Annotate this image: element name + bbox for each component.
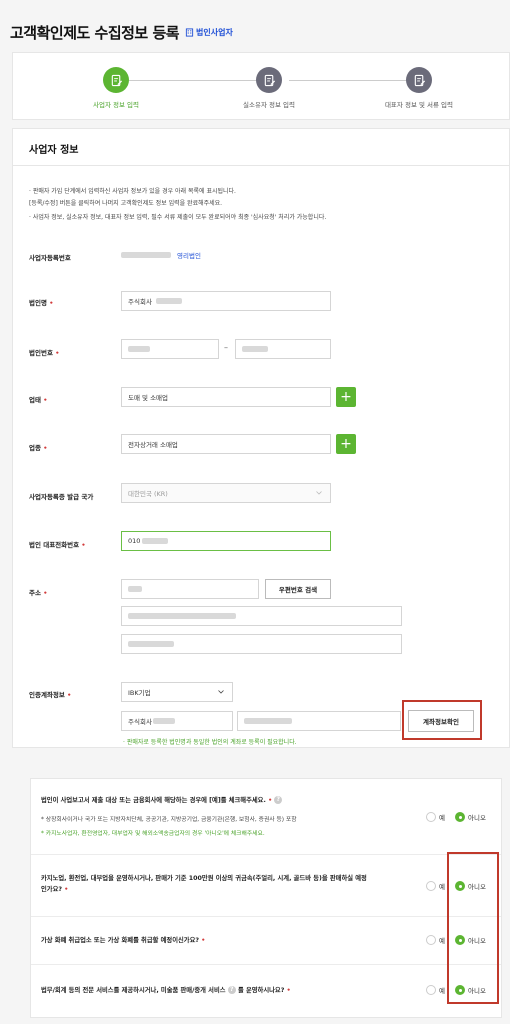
progress-steps: 사업자 정보 입력 실소유자 정보 입력 대표자 정보 및 서류 입력 xyxy=(12,52,510,120)
label-phone: 법인 대표전화번호 • xyxy=(29,541,86,549)
business-type-input[interactable]: 도매 및 소매업 xyxy=(121,387,331,407)
chevron-down-icon xyxy=(316,491,322,495)
business-info-card: 사업자 정보 · 판매자 가입 단계에서 입력하신 사업자 정보가 있을 경우 … xyxy=(12,128,510,748)
masked-value xyxy=(121,252,171,258)
label-address: 주소 • xyxy=(29,589,48,597)
step-circle xyxy=(103,67,129,93)
account-hint: · 판매자로 등록한 법인명과 동일한 법인의 계좌로 등록이 필요합니다. xyxy=(123,739,297,746)
question-text: 카지노업, 환전업, 대부업을 운영하시거나, 판매가 기준 100만원 이상의… xyxy=(41,875,367,893)
add-business-type-button[interactable]: + xyxy=(336,387,356,407)
step-label: 대표자 정보 및 서류 입력 xyxy=(384,101,454,109)
highlight-box xyxy=(447,852,499,1004)
question-row: 카지노업, 환전업, 대부업을 운영하시거나, 판매가 기준 100만원 이상의… xyxy=(31,855,501,917)
radio-yes[interactable]: 예 xyxy=(426,881,445,891)
corp-no-second-input[interactable] xyxy=(235,339,331,359)
bizno-value: 영리법인 xyxy=(121,250,201,260)
address-line2-input[interactable] xyxy=(121,634,402,654)
question-text: 법무/회계 등의 전문 서비스를 제공하시거나, 미술품 판매/중개 서비스 ?… xyxy=(41,986,291,994)
corp-type-link[interactable]: 영리법인 xyxy=(177,250,201,260)
question-note: * 상장회사이거나 국가 또는 지방자치단체, 공공기관, 지방공기업, 금융기… xyxy=(41,817,297,823)
corp-badge-label: 법인사업자 xyxy=(196,28,233,37)
address-line1-input[interactable] xyxy=(121,606,402,626)
radio-circle-selected xyxy=(455,812,465,822)
corp-no-first-input[interactable] xyxy=(121,339,219,359)
label-corp-name: 법인명 • xyxy=(29,299,54,307)
radio-yes[interactable]: 예 xyxy=(426,812,445,822)
label-business-item: 업종 • xyxy=(29,444,48,452)
radio-circle xyxy=(426,881,436,891)
radio-no[interactable]: 아니오 xyxy=(455,812,486,822)
label-bizno: 사업자등록번호 xyxy=(29,254,71,262)
step-label: 사업자 정보 입력 xyxy=(93,101,139,109)
title-row: 고객확인제도 수집정보 등록 법인사업자 xyxy=(10,22,233,43)
step-owner-info: 실소유자 정보 입력 xyxy=(209,67,329,109)
add-business-item-button[interactable]: + xyxy=(336,434,356,454)
document-edit-icon xyxy=(111,74,122,86)
section-divider xyxy=(13,165,509,166)
dash-separator: – xyxy=(224,343,228,352)
question-row: 법무/회계 등의 전문 서비스를 제공하시거나, 미술품 판매/중개 서비스 ?… xyxy=(31,965,501,1019)
radio-yes[interactable]: 예 xyxy=(426,985,445,995)
radio-circle xyxy=(426,812,436,822)
account-number-input[interactable] xyxy=(237,711,401,731)
label-business-type: 업태 • xyxy=(29,396,48,404)
question-text: 가상 화폐 취급업소 또는 가상 화폐를 취급할 예정이신가요? • xyxy=(41,937,206,944)
label-country: 사업자등록증 발급 국가 xyxy=(29,493,94,501)
building-icon xyxy=(185,28,194,37)
account-holder-input[interactable]: 주식회사 xyxy=(121,711,233,731)
business-item-input[interactable]: 전자상거래 소매업 xyxy=(121,434,331,454)
radio-circle xyxy=(426,935,436,945)
chevron-down-icon xyxy=(218,690,224,694)
question-row: 가상 화폐 취급업소 또는 가상 화폐를 취급할 예정이신가요? • 예 아니오 xyxy=(31,917,501,965)
country-select[interactable]: 대한민국 (KR) xyxy=(121,483,331,503)
step-label: 실소유자 정보 입력 xyxy=(243,101,295,109)
corp-badge: 법인사업자 xyxy=(185,27,233,38)
questions-card: 법인이 사업보고서 제출 대상 또는 금융회사에 해당하는 경우에 [예]를 체… xyxy=(30,778,502,1018)
corp-name-input[interactable]: 주식회사 xyxy=(121,291,331,311)
notice-line: · 사업자 정보, 실소유자 정보, 대표자 정보 입력, 필수 서류 제출이 … xyxy=(29,214,327,221)
help-icon[interactable]: ? xyxy=(274,796,283,804)
notice-line: · 판매자 가입 단계에서 입력하신 사업자 정보가 있을 경우 아래 목록에 … xyxy=(29,188,236,195)
step-circle xyxy=(406,67,432,93)
step-business-info: 사업자 정보 입력 xyxy=(56,67,176,109)
phone-input[interactable]: 010 xyxy=(121,531,331,551)
label-account: 인증계좌정보 • xyxy=(29,691,72,699)
question-row: 법인이 사업보고서 제출 대상 또는 금융회사에 해당하는 경우에 [예]를 체… xyxy=(31,779,501,855)
radio-circle xyxy=(426,985,436,995)
step-circle xyxy=(256,67,282,93)
help-icon[interactable]: ? xyxy=(227,986,236,994)
document-edit-icon xyxy=(414,74,425,86)
page-title: 고객확인제도 수집정보 등록 xyxy=(10,24,180,42)
document-edit-icon xyxy=(264,74,275,86)
question-note-green: * 카지노사업자, 환전영업자, 대부업자 및 해외소액송금업자의 경우 '아니… xyxy=(41,831,265,837)
zip-input[interactable] xyxy=(121,579,259,599)
section-title: 사업자 정보 xyxy=(29,145,79,156)
step-representative-info: 대표자 정보 및 서류 입력 xyxy=(359,67,479,109)
bank-select[interactable]: IBK기업 xyxy=(121,682,233,702)
label-corp-no: 법인번호 • xyxy=(29,349,60,357)
zip-search-button[interactable]: 우편번호 검색 xyxy=(265,579,331,599)
page: 고객확인제도 수집정보 등록 법인사업자 사업자 정보 입력 실소유자 정보 입… xyxy=(0,0,510,1024)
radio-yes[interactable]: 예 xyxy=(426,935,445,945)
notice-line: [등록/수정] 버튼을 클릭하여 나머지 고객확인제도 정보 입력을 완료해주세… xyxy=(29,200,223,207)
question-text: 법인이 사업보고서 제출 대상 또는 금융회사에 해당하는 경우에 [예]를 체… xyxy=(41,795,341,806)
highlight-box xyxy=(402,700,482,740)
